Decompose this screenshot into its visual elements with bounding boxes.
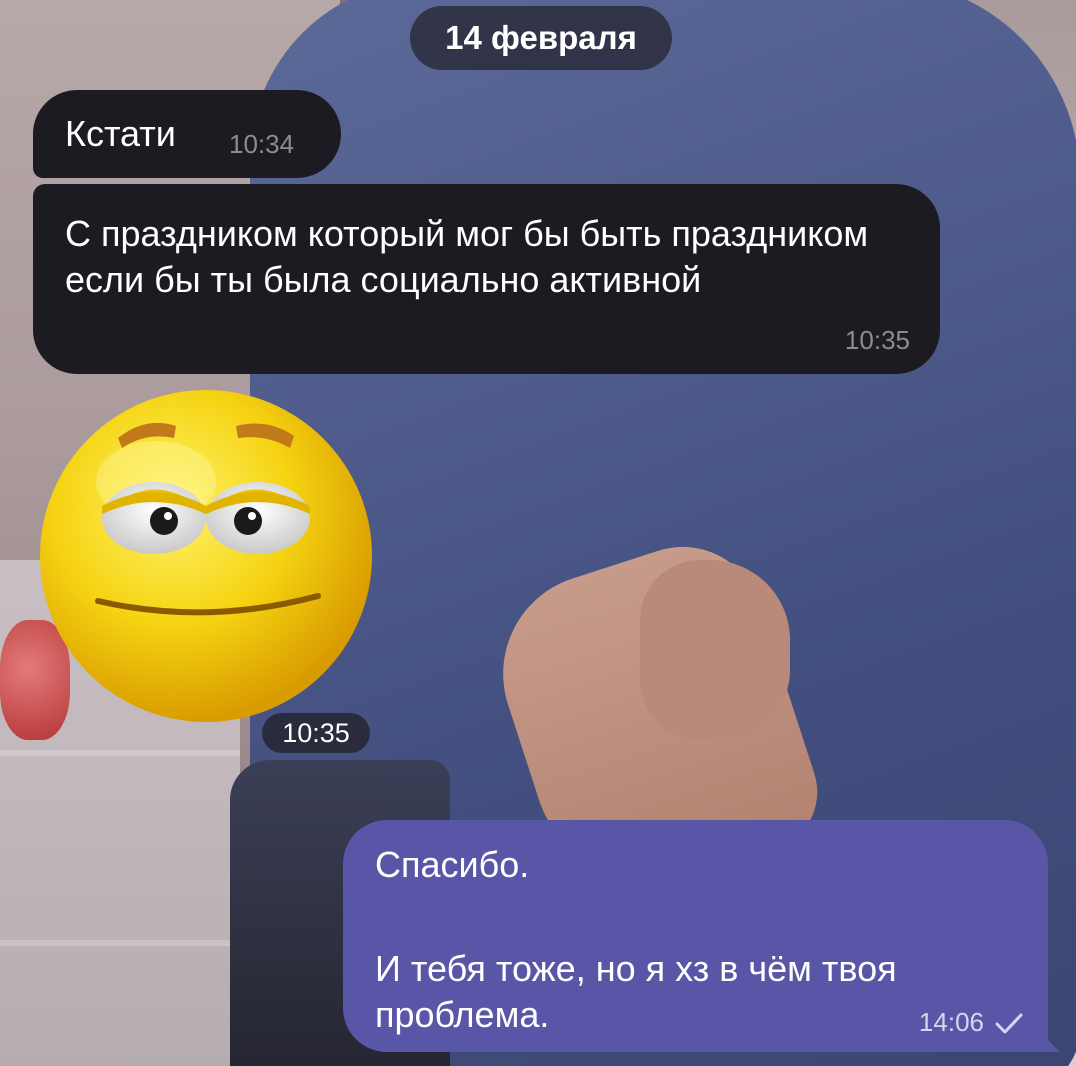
smirking-emoji-face-icon — [40, 390, 372, 722]
message-bubble-outgoing[interactable]: Спасибо. И тебя тоже, но я хз в чём твоя… — [343, 820, 1060, 1052]
sticker-message[interactable] — [36, 386, 376, 731]
wallpaper-hand — [640, 560, 790, 740]
sticker-time: 10:35 — [262, 713, 370, 753]
message-time: 10:34 — [229, 129, 295, 159]
shelf-line — [0, 940, 240, 946]
date-separator: 14 февраля — [410, 6, 672, 70]
check-icon — [995, 1013, 1023, 1033]
message-text: Кстати — [65, 113, 176, 154]
message-text: С праздником который мог бы быть праздни… — [65, 213, 869, 300]
message-bubble-incoming[interactable]: С праздником который мог бы быть праздни… — [33, 184, 940, 374]
shelf-line — [0, 750, 240, 756]
message-bubble-incoming[interactable]: Кстати 10:34 — [33, 90, 341, 178]
message-time: 14:06 — [918, 1007, 984, 1037]
message-time: 10:35 — [844, 325, 910, 355]
bubble-tail — [1038, 1030, 1060, 1052]
message-meta: 14:06 — [919, 1007, 1024, 1038]
message-text-line: Спасибо. — [375, 844, 530, 885]
